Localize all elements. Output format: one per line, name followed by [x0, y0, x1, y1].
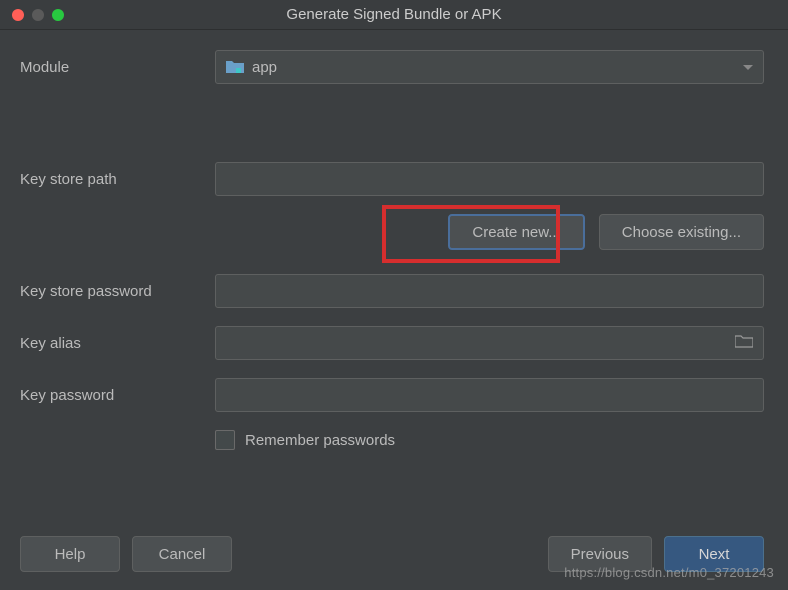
keystore-password-row: Key store password — [20, 274, 764, 308]
module-row: Module app — [20, 50, 764, 84]
footer-left: Help Cancel — [20, 536, 232, 572]
create-new-button[interactable]: Create new... — [448, 214, 584, 250]
cancel-button[interactable]: Cancel — [132, 536, 232, 572]
keystore-password-input[interactable] — [215, 274, 764, 308]
dialog-content: Module app Key store path — [0, 30, 788, 470]
choose-existing-label: Choose existing... — [622, 224, 741, 241]
key-password-label: Key password — [20, 387, 215, 404]
create-new-label: Create new... — [472, 224, 560, 241]
key-password-input[interactable] — [215, 378, 764, 412]
window-title: Generate Signed Bundle or APK — [0, 6, 788, 23]
remember-passwords-checkbox[interactable] — [215, 430, 235, 450]
dropdown-arrow-icon — [743, 65, 753, 70]
keystore-buttons: Create new... Choose existing... — [215, 214, 764, 250]
module-folder-icon — [226, 59, 244, 75]
maximize-window-button[interactable] — [52, 9, 64, 21]
cancel-label: Cancel — [159, 546, 206, 563]
remember-passwords-row: Remember passwords — [215, 430, 764, 450]
close-window-button[interactable] — [12, 9, 24, 21]
key-alias-row: Key alias — [20, 326, 764, 360]
watermark: https://blog.csdn.net/m0_37201243 — [564, 565, 774, 580]
keystore-path-input[interactable] — [215, 162, 764, 196]
key-password-row: Key password — [20, 378, 764, 412]
next-label: Next — [699, 546, 730, 563]
window-controls — [0, 9, 64, 21]
titlebar: Generate Signed Bundle or APK — [0, 0, 788, 30]
module-select[interactable]: app — [215, 50, 764, 84]
browse-folder-icon[interactable] — [735, 334, 753, 352]
minimize-window-button[interactable] — [32, 9, 44, 21]
help-label: Help — [55, 546, 86, 563]
keystore-buttons-wrap: Create new... Choose existing... — [215, 214, 764, 250]
remember-passwords-label: Remember passwords — [245, 432, 395, 449]
key-alias-input[interactable] — [215, 326, 764, 360]
keystore-path-row: Key store path — [20, 162, 764, 196]
previous-label: Previous — [571, 546, 629, 563]
module-select-content: app — [226, 59, 277, 76]
keystore-path-label: Key store path — [20, 171, 215, 188]
keystore-password-label: Key store password — [20, 283, 215, 300]
module-label: Module — [20, 59, 215, 76]
choose-existing-button[interactable]: Choose existing... — [599, 214, 764, 250]
key-alias-label: Key alias — [20, 335, 215, 352]
help-button[interactable]: Help — [20, 536, 120, 572]
module-select-value: app — [252, 59, 277, 76]
